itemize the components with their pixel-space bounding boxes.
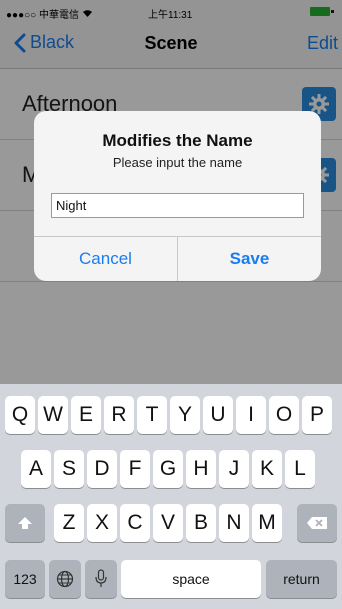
key-u[interactable]: U — [203, 396, 233, 434]
backspace-icon — [307, 517, 327, 529]
key-i[interactable]: I — [236, 396, 266, 434]
key-d[interactable]: D — [87, 450, 117, 488]
key-f[interactable]: F — [120, 450, 150, 488]
dialog-message: Please input the name — [112, 155, 243, 170]
key-w[interactable]: W — [38, 396, 68, 434]
save-button[interactable]: Save — [178, 237, 321, 281]
name-input[interactable] — [51, 193, 304, 218]
globe-key[interactable] — [49, 560, 81, 598]
rename-dialog: Modifies the Name Please input the name … — [34, 111, 321, 281]
key-c[interactable]: C — [120, 504, 150, 542]
key-t[interactable]: T — [137, 396, 167, 434]
key-p[interactable]: P — [302, 396, 332, 434]
key-k[interactable]: K — [252, 450, 282, 488]
return-key[interactable]: return — [266, 560, 337, 598]
key-s[interactable]: S — [54, 450, 84, 488]
key-j[interactable]: J — [219, 450, 249, 488]
key-a[interactable]: A — [21, 450, 51, 488]
key-e[interactable]: E — [71, 396, 101, 434]
key-n[interactable]: N — [219, 504, 249, 542]
delete-key[interactable] — [297, 504, 337, 542]
key-l[interactable]: L — [285, 450, 315, 488]
keyboard: Q W E R T Y U I O P A S D F G H J K L Z … — [0, 384, 342, 609]
key-z[interactable]: Z — [54, 504, 84, 542]
key-r[interactable]: R — [104, 396, 134, 434]
key-g[interactable]: G — [153, 450, 183, 488]
key-o[interactable]: O — [269, 396, 299, 434]
key-h[interactable]: H — [186, 450, 216, 488]
numbers-key[interactable]: 123 — [5, 560, 45, 598]
key-y[interactable]: Y — [170, 396, 200, 434]
key-q[interactable]: Q — [5, 396, 35, 434]
key-b[interactable]: B — [186, 504, 216, 542]
cancel-button[interactable]: Cancel — [34, 237, 177, 281]
key-m[interactable]: M — [252, 504, 282, 542]
key-v[interactable]: V — [153, 504, 183, 542]
key-x[interactable]: X — [87, 504, 117, 542]
globe-icon — [56, 570, 74, 588]
dialog-title: Modifies the Name — [102, 131, 253, 150]
space-key[interactable]: space — [121, 560, 261, 598]
shift-key[interactable] — [5, 504, 45, 542]
dictation-key[interactable] — [85, 560, 117, 598]
shift-arrow-icon — [18, 517, 32, 529]
microphone-icon — [95, 569, 107, 587]
